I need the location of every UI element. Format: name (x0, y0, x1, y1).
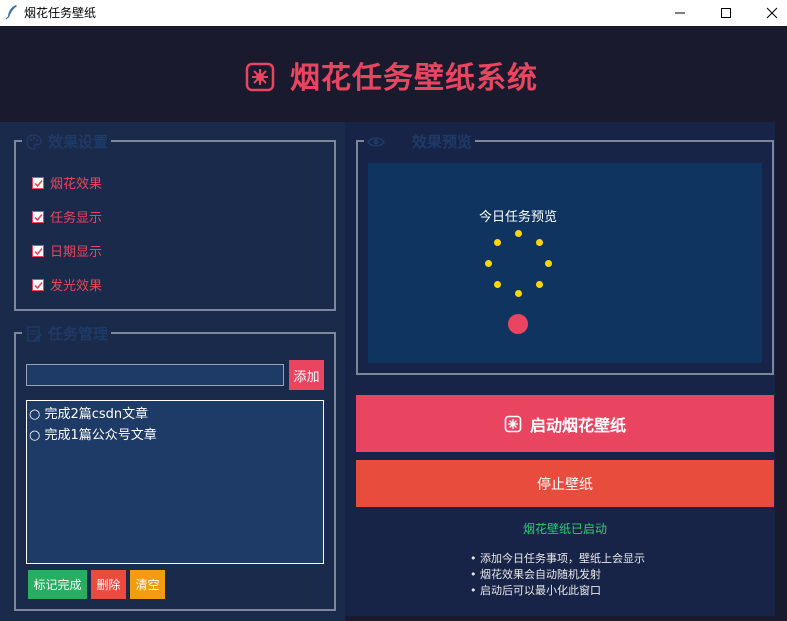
minimize-icon (675, 12, 685, 14)
start-wallpaper-button[interactable]: 启动烟花壁纸 (356, 395, 774, 452)
feather-icon (5, 5, 17, 20)
firework-particle (485, 260, 492, 267)
eye-icon (367, 136, 385, 147)
window-titlebar: 烟花任务壁纸 (0, 0, 787, 26)
checkbox-box[interactable] (32, 244, 44, 257)
checkbox-box[interactable] (32, 278, 44, 291)
checkbox-label: 发光效果 (50, 279, 103, 294)
firework-particle (494, 239, 501, 246)
effects-preview-legend: 效果预览 (364, 131, 476, 152)
check-icon (34, 213, 43, 221)
maximize-button[interactable] (703, 0, 749, 26)
effects-settings-group: 效果设置 烟花效果 任务显示 日期显示 发光效果 (14, 131, 336, 311)
add-task-button[interactable]: 添加 (289, 360, 324, 390)
checkbox-glow-effect[interactable]: 发光效果 (32, 275, 102, 294)
check-icon (34, 247, 43, 255)
tip-item: • 添加今日任务事项，壁纸上会显示 (470, 552, 645, 565)
list-item[interactable]: ○ 完成1篇公众号文章 (29, 425, 321, 446)
tip-item: • 烟花效果会自动随机发射 (470, 568, 601, 581)
page-title: 烟花任务壁纸系统 (290, 61, 538, 96)
close-button[interactable] (749, 0, 787, 26)
tip-item: • 启动后可以最小化此窗口 (470, 584, 601, 596)
mark-done-button[interactable]: 标记完成 (28, 570, 87, 599)
firework-particle (515, 230, 522, 237)
window-title: 烟花任务壁纸 (24, 6, 97, 20)
palette-icon (26, 133, 42, 150)
task-management-title: 任务管理 (48, 325, 109, 343)
task-input[interactable] (26, 364, 284, 386)
stop-wallpaper-button[interactable]: 停止壁纸 (356, 460, 774, 507)
checkbox-box[interactable] (32, 176, 44, 189)
task-management-legend: 任务管理 (22, 323, 112, 344)
checkbox-date-display[interactable]: 日期显示 (32, 241, 102, 260)
clear-button[interactable]: 清空 (130, 570, 165, 599)
check-icon (34, 179, 43, 187)
effects-preview-title: 效果预览 (412, 133, 473, 151)
firework-particle (545, 260, 552, 267)
task-list[interactable]: ○ 完成2篇csdn文章 ○ 完成1篇公众号文章 (26, 400, 324, 564)
firework-rocket (508, 314, 528, 334)
firework-particle (536, 239, 543, 246)
preview-canvas: 今日任务预览 (368, 163, 762, 363)
checkbox-label: 烟花效果 (50, 177, 103, 192)
firework-particle (536, 281, 543, 288)
start-button-label: 启动烟花壁纸 (529, 415, 626, 435)
firework-particle (494, 281, 501, 288)
checkbox-label: 任务显示 (50, 211, 103, 226)
close-icon (766, 7, 778, 19)
firework-particle (515, 290, 522, 297)
minimize-button[interactable] (657, 0, 703, 26)
checkbox-box[interactable] (32, 210, 44, 223)
delete-button[interactable]: 删除 (91, 570, 126, 599)
list-item[interactable]: ○ 完成2篇csdn文章 (29, 404, 321, 425)
tips-list: • 添加今日任务事项，壁纸上会显示 • 烟花效果会自动随机发射 • 启动后可以最… (470, 551, 770, 596)
status-text: 烟花壁纸已启动 (522, 522, 607, 536)
check-icon (34, 281, 43, 289)
firework-icon (245, 62, 275, 92)
effects-settings-title: 效果设置 (48, 133, 109, 151)
preview-text: 今日任务预览 (478, 210, 557, 225)
checkbox-task-display[interactable]: 任务显示 (32, 207, 102, 226)
checkbox-firework-effect[interactable]: 烟花效果 (32, 173, 102, 192)
firework-icon (504, 415, 522, 432)
maximize-icon (721, 8, 731, 18)
checkbox-label: 日期显示 (50, 245, 103, 260)
memo-icon (27, 325, 42, 342)
effects-settings-legend: 效果设置 (22, 131, 112, 152)
